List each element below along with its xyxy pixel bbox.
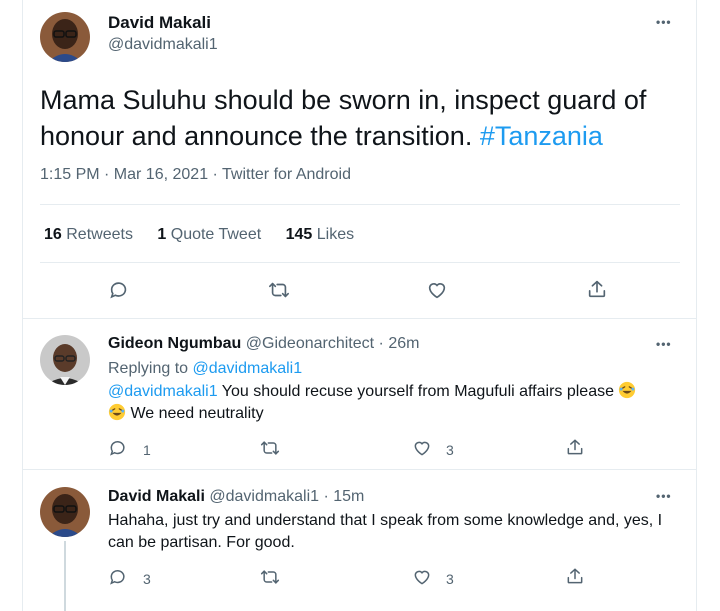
- divider: [40, 262, 680, 263]
- laughing-emoji-icon: [108, 403, 126, 421]
- likes-count: 145: [285, 226, 313, 243]
- reply-body-part1: You should recuse yourself from Magufuli…: [217, 383, 619, 400]
- tweet-timestamp[interactable]: 1:15 PM · Mar 16, 2021 · Twitter for And…: [40, 166, 351, 184]
- thread-line: [64, 541, 66, 611]
- retweets-label: Retweets: [61, 226, 133, 243]
- author-handle[interactable]: @davidmakali1: [209, 488, 319, 505]
- share-icon[interactable]: [565, 566, 585, 586]
- more-icon[interactable]: •••: [656, 338, 672, 350]
- reply-tweet[interactable]: David Makali @davidmakali1 · 15m ••• Hah…: [22, 470, 697, 611]
- retweets-count: 16: [44, 226, 62, 243]
- more-icon[interactable]: •••: [656, 490, 672, 502]
- like-icon[interactable]: [426, 279, 448, 301]
- replying-to-line: Replying to @davidmakali1: [108, 358, 668, 380]
- likes-label: Likes: [312, 226, 355, 243]
- like-count: 3: [446, 571, 454, 587]
- retweet-icon[interactable]: [259, 567, 281, 587]
- author-name[interactable]: David Makali: [108, 13, 218, 33]
- laughing-emoji-icon: [619, 381, 636, 399]
- author-block: David Makali @davidmakali1: [108, 13, 218, 54]
- likes-stat[interactable]: 145 Likes: [286, 226, 355, 243]
- quote-tweets-label: Quote Tweet: [166, 226, 262, 243]
- author-handle[interactable]: @davidmakali1: [108, 36, 218, 54]
- reply-time[interactable]: · 15m: [319, 488, 364, 505]
- reply-icon[interactable]: [108, 438, 128, 458]
- like-icon[interactable]: [412, 567, 432, 587]
- like-icon[interactable]: [412, 438, 432, 458]
- retweet-icon[interactable]: [259, 438, 281, 458]
- reply-time[interactable]: · 26m: [374, 335, 420, 352]
- reply-header: Gideon Ngumbau @Gideonarchitect · 26m: [108, 335, 419, 353]
- quote-tweets-count: 1: [157, 226, 167, 243]
- divider: [40, 204, 680, 205]
- reply-text: Hahaha, just try and understand that I s…: [108, 512, 663, 551]
- reply-text: @davidmakali1 You should recuse yourself…: [108, 381, 668, 425]
- reply-body-part2: We need neutrality: [126, 405, 264, 422]
- tweet-stats: 16 Retweets 1 Quote Tweet 145 Likes: [44, 226, 374, 244]
- avatar[interactable]: [40, 12, 90, 62]
- reply-icon[interactable]: [108, 279, 130, 301]
- quote-tweets-stat[interactable]: 1 Quote Tweet: [157, 226, 261, 243]
- replying-to-link[interactable]: @davidmakali1: [193, 360, 303, 377]
- author-name[interactable]: Gideon Ngumbau: [108, 335, 241, 352]
- share-icon[interactable]: [586, 278, 608, 300]
- reply-icon[interactable]: [108, 567, 128, 587]
- reply-count: 1: [143, 442, 151, 458]
- hashtag-link[interactable]: #Tanzania: [480, 121, 603, 151]
- like-count: 3: [446, 442, 454, 458]
- replying-prefix: Replying to: [108, 360, 193, 377]
- tweet-text: Mama Suluhu should be sworn in, inspect …: [40, 82, 660, 154]
- mention-link[interactable]: @davidmakali1: [108, 383, 218, 400]
- author-name[interactable]: David Makali: [108, 488, 205, 505]
- more-icon[interactable]: •••: [656, 16, 672, 28]
- reply-header: David Makali @davidmakali1 · 15m: [108, 488, 364, 506]
- author-handle[interactable]: @Gideonarchitect: [246, 335, 374, 352]
- share-icon[interactable]: [565, 437, 585, 457]
- retweets-stat[interactable]: 16 Retweets: [44, 226, 133, 243]
- reply-count: 3: [143, 571, 151, 587]
- avatar[interactable]: [40, 335, 90, 385]
- retweet-icon[interactable]: [267, 279, 291, 301]
- reply-tweet[interactable]: Gideon Ngumbau @Gideonarchitect · 26m ••…: [22, 318, 697, 470]
- avatar[interactable]: [40, 487, 90, 537]
